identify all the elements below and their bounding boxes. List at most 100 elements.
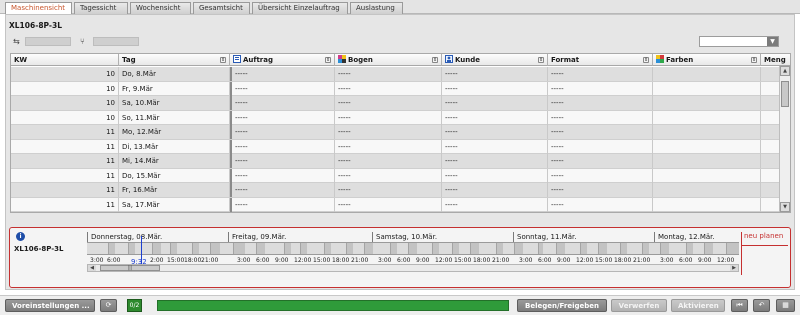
schedule-slot[interactable] (220, 243, 234, 254)
scroll-down-icon[interactable]: ▼ (780, 202, 790, 212)
footer-toolbar: Voreinstellungen ... ⟳ 0/2 Belegen/Freig… (0, 295, 800, 315)
schedule-slot[interactable] (161, 243, 171, 254)
timeline-scrollbar[interactable]: ◀ ||| ▶ (87, 264, 739, 272)
table-row[interactable]: 11 Do, 15.Mär ----- ----- ----- ----- (11, 168, 779, 183)
scroll-left-icon[interactable]: ◀ (88, 265, 96, 271)
schedule-slot[interactable] (135, 243, 153, 254)
table-cell-tag: Mo, 12.Mär (119, 125, 230, 139)
schedule-slot[interactable] (543, 243, 557, 254)
table-cell-kw: 10 (11, 67, 119, 81)
schedule-slot[interactable] (265, 243, 285, 254)
undo-icon[interactable]: ↶ (753, 299, 770, 312)
tab-gesamtsicht[interactable]: Gesamtsicht (193, 2, 250, 14)
tab-uebersicht-einzelauftrag[interactable]: Übersicht Einzelauftrag (252, 2, 348, 14)
table-cell-kunde: ----- (442, 139, 548, 154)
table-cell-format: ----- (548, 168, 653, 183)
schedule-slot[interactable] (331, 243, 347, 254)
skip-back-icon[interactable]: ⏮ (731, 299, 748, 312)
schedule-slot[interactable] (199, 243, 211, 254)
timeline-schedule-bar[interactable] (87, 242, 739, 255)
activate-button[interactable]: Aktivieren (671, 299, 725, 312)
schedule-slot[interactable] (503, 243, 515, 254)
col-format[interactable]: Format ⇕ (548, 54, 653, 66)
calculator-icon[interactable]: ▦ (776, 299, 795, 312)
table-row[interactable]: 10 Sa, 10.Mär ----- ----- ----- ----- (11, 96, 779, 111)
table-cell-auftrag: ----- (230, 197, 335, 212)
schedule-slot[interactable] (87, 243, 109, 254)
schedule-slot[interactable] (177, 243, 193, 254)
table-cell-bogen: ----- (335, 125, 442, 139)
schedule-slot[interactable] (587, 243, 599, 254)
schedule-slot[interactable] (649, 243, 661, 254)
schedule-slot[interactable] (417, 243, 433, 254)
table-row[interactable]: 11 Di, 13.Mär ----- ----- ----- ----- (11, 139, 779, 154)
table-row[interactable]: 11 Fr, 16.Mär ----- ----- ----- ----- (11, 183, 779, 198)
sort-icon[interactable]: ⇕ (538, 57, 544, 63)
scroll-thumb[interactable]: ||| (100, 265, 160, 271)
table-cell-kunde: ----- (442, 110, 548, 125)
table-cell-farben (653, 81, 761, 96)
schedule-slot[interactable] (373, 243, 391, 254)
schedule-slot[interactable] (245, 243, 257, 254)
info-icon[interactable]: i (16, 232, 25, 241)
schedule-slot[interactable] (627, 243, 643, 254)
col-menge[interactable]: Meng (761, 54, 790, 66)
replan-zone[interactable]: neu planen (741, 232, 788, 275)
schedule-slot[interactable] (291, 243, 301, 254)
col-auftrag[interactable]: Auftrag ⇕ (230, 54, 335, 66)
col-bogen[interactable]: Bogen ⇕ (335, 54, 442, 66)
sort-icon[interactable]: ⇕ (432, 57, 438, 63)
scroll-right-icon[interactable]: ▶ (730, 265, 738, 271)
refresh-icon[interactable]: ⟳ (100, 299, 117, 312)
schedule-slot[interactable] (669, 243, 687, 254)
view-dropdown[interactable]: ▼ (699, 36, 779, 47)
machine-title: XL106-8P-3L (9, 21, 63, 30)
scroll-up-icon[interactable]: ▲ (780, 66, 790, 76)
filter-field-1[interactable] (25, 37, 71, 46)
customer-icon (445, 55, 453, 63)
schedule-slot[interactable] (307, 243, 325, 254)
sort-icon[interactable]: ⇕ (220, 57, 226, 63)
schedule-slot[interactable] (713, 243, 727, 254)
timeline-day-headers: Donnerstag, 08.Mär. Freitag, 09.Mär. Sam… (87, 232, 737, 242)
sort-icon[interactable]: ⇕ (751, 57, 757, 63)
sort-icon[interactable]: ⇕ (325, 57, 331, 63)
scroll-thumb[interactable] (781, 81, 789, 107)
table-cell-kunde: ----- (442, 81, 548, 96)
col-kunde[interactable]: Kunde ⇕ (442, 54, 548, 66)
table-row[interactable]: 11 Mo, 12.Mär ----- ----- ----- ----- (11, 125, 779, 140)
table-row[interactable]: 11 Mi, 14.Mär ----- ----- ----- ----- (11, 154, 779, 169)
schedule-slot[interactable] (397, 243, 409, 254)
schedule-slot[interactable] (607, 243, 621, 254)
tab-tagessicht[interactable]: Tagessicht (74, 2, 128, 14)
schedule-slot[interactable] (479, 243, 497, 254)
chevron-down-icon[interactable]: ▼ (767, 37, 778, 46)
schedule-slot[interactable] (115, 243, 129, 254)
schedule-slot[interactable] (693, 243, 705, 254)
table-cell-auftrag: ----- (230, 183, 335, 197)
schedule-slot[interactable] (459, 243, 471, 254)
schedule-slot[interactable] (353, 243, 365, 254)
filter-field-2[interactable] (93, 37, 139, 46)
tab-wochensicht[interactable]: Wochensicht (130, 2, 191, 14)
table-vertical-scrollbar[interactable]: ▲ ▼ (779, 66, 790, 212)
tab-auslastung[interactable]: Auslastung (350, 2, 403, 14)
col-tag[interactable]: Tag ⇕ (119, 54, 230, 66)
timeline-day: Samstag, 10.Mär. (372, 232, 437, 242)
job-table: KW Tag ⇕ Auftrag ⇕ Bogen ⇕ Kunde ⇕ Format ⇕ F… (10, 53, 791, 213)
table-cell-bogen: ----- (335, 81, 442, 96)
table-row[interactable]: 10 Fr, 9.Mär ----- ----- ----- ----- (11, 81, 779, 96)
assign-release-button[interactable]: Belegen/Freigeben (517, 299, 607, 312)
schedule-slot[interactable] (523, 243, 539, 254)
sort-icon[interactable]: ⇕ (643, 57, 649, 63)
discard-button[interactable]: Verwerfen (611, 299, 667, 312)
table-row[interactable]: 10 So, 11.Mär ----- ----- ----- ----- (11, 110, 779, 125)
schedule-slot[interactable] (565, 243, 581, 254)
table-row[interactable]: 10 Do, 8.Mär ----- ----- ----- ----- (11, 67, 779, 82)
col-kw[interactable]: KW (11, 54, 119, 66)
presets-button[interactable]: Voreinstellungen ... (5, 299, 95, 312)
table-cell-bogen: ----- (335, 67, 442, 81)
table-row[interactable]: 11 Sa, 17.Mär ----- ----- ----- ----- (11, 197, 779, 212)
schedule-slot[interactable] (439, 243, 453, 254)
col-farben[interactable]: Farben ⇕ (653, 54, 761, 66)
